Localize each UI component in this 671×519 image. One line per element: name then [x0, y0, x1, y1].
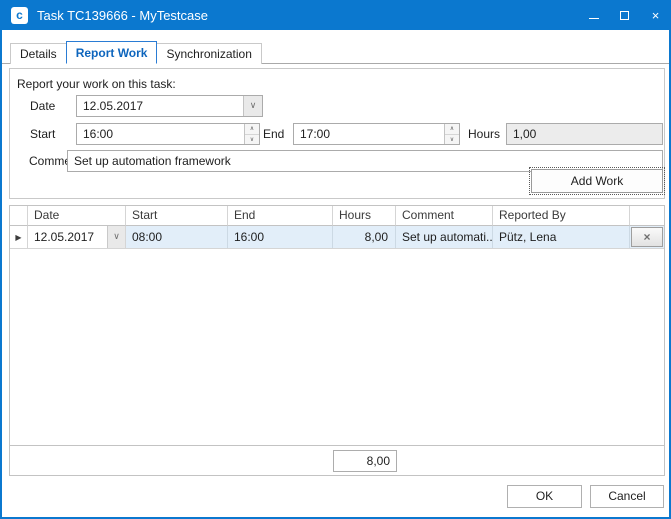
grid-header-start[interactable]: Start: [126, 206, 228, 226]
grid-header-actions: [630, 206, 664, 226]
ok-button[interactable]: OK: [507, 485, 582, 508]
grid-header-indicator: [10, 206, 28, 226]
cell-hours[interactable]: 8,00: [333, 226, 396, 248]
grid-header-comment[interactable]: Comment: [396, 206, 493, 226]
close-icon: ×: [652, 9, 660, 22]
cell-reported-by[interactable]: Pütz, Lena: [493, 226, 630, 248]
end-label: End: [263, 123, 284, 145]
end-time-field[interactable]: ∧ ∨: [293, 123, 460, 145]
report-heading: Report your work on this task:: [17, 77, 176, 91]
cell-actions: ×: [630, 226, 664, 248]
row-indicator-icon: ▶: [10, 226, 28, 248]
title-bar[interactable]: c Task TC139666 - MyTestcase ×: [0, 0, 671, 30]
date-dropdown-button[interactable]: ∨: [243, 96, 262, 116]
delete-row-button[interactable]: ×: [631, 227, 663, 247]
delete-icon: ×: [643, 230, 650, 244]
minimize-button[interactable]: [578, 0, 609, 30]
cell-end[interactable]: 16:00: [228, 226, 333, 248]
maximize-icon: [620, 11, 629, 20]
date-input[interactable]: [77, 96, 243, 116]
minimize-icon: [589, 18, 599, 19]
date-combobox[interactable]: ∨: [76, 95, 263, 117]
window-controls: ×: [578, 0, 671, 30]
close-button[interactable]: ×: [640, 0, 671, 30]
hours-label: Hours: [468, 123, 500, 145]
table-row[interactable]: ▶ 12.05.2017 ∨ 08:00 16:00 8,00 Set up a…: [10, 226, 664, 249]
add-work-button[interactable]: Add Work: [531, 169, 663, 193]
cell-date-value[interactable]: 12.05.2017: [28, 226, 107, 248]
cell-date-dropdown-button[interactable]: ∨: [107, 226, 125, 248]
start-label: Start: [30, 123, 55, 145]
comment-input[interactable]: [68, 151, 662, 171]
hours-total: 8,00: [333, 450, 397, 472]
app-icon: c: [11, 7, 28, 24]
chevron-down-icon: ∨: [250, 101, 257, 111]
grid-summary-row: 8,00: [10, 445, 664, 475]
tab-details[interactable]: Details: [10, 43, 67, 64]
chevron-down-icon: ∨: [113, 232, 120, 242]
grid-header-reported-by[interactable]: Reported By: [493, 206, 630, 226]
cancel-button[interactable]: Cancel: [590, 485, 664, 508]
window-title: Task TC139666 - MyTestcase: [37, 8, 208, 23]
end-input[interactable]: [294, 124, 444, 144]
tab-report-work[interactable]: Report Work: [66, 41, 158, 64]
spin-up-icon[interactable]: ∧: [445, 124, 459, 135]
end-spinner: ∧ ∨: [444, 124, 459, 144]
task-dialog-window: c Task TC139666 - MyTestcase × Details R…: [0, 0, 671, 519]
date-label: Date: [30, 95, 55, 117]
report-work-panel: Report your work on this task: Date ∨ St…: [9, 68, 665, 199]
maximize-button[interactable]: [609, 0, 640, 30]
cell-date[interactable]: 12.05.2017 ∨: [28, 226, 126, 248]
hours-field: [506, 123, 663, 145]
grid-header-row: Date Start End Hours Comment Reported By: [10, 206, 664, 226]
spin-down-icon[interactable]: ∨: [245, 135, 259, 145]
grid-header-date[interactable]: Date: [28, 206, 126, 226]
work-entries-grid: Date Start End Hours Comment Reported By…: [9, 205, 665, 476]
grid-header-end[interactable]: End: [228, 206, 333, 226]
hours-value: [507, 124, 662, 144]
spin-up-icon[interactable]: ∧: [245, 124, 259, 135]
tab-synchronization[interactable]: Synchronization: [156, 43, 261, 64]
start-time-field[interactable]: ∧ ∨: [76, 123, 260, 145]
tab-strip: Details Report Work Synchronization: [2, 41, 669, 64]
spin-down-icon[interactable]: ∨: [445, 135, 459, 145]
grid-header-hours[interactable]: Hours: [333, 206, 396, 226]
start-spinner: ∧ ∨: [244, 124, 259, 144]
cell-comment[interactable]: Set up automati...: [396, 226, 493, 248]
cell-start[interactable]: 08:00: [126, 226, 228, 248]
start-input[interactable]: [77, 124, 244, 144]
